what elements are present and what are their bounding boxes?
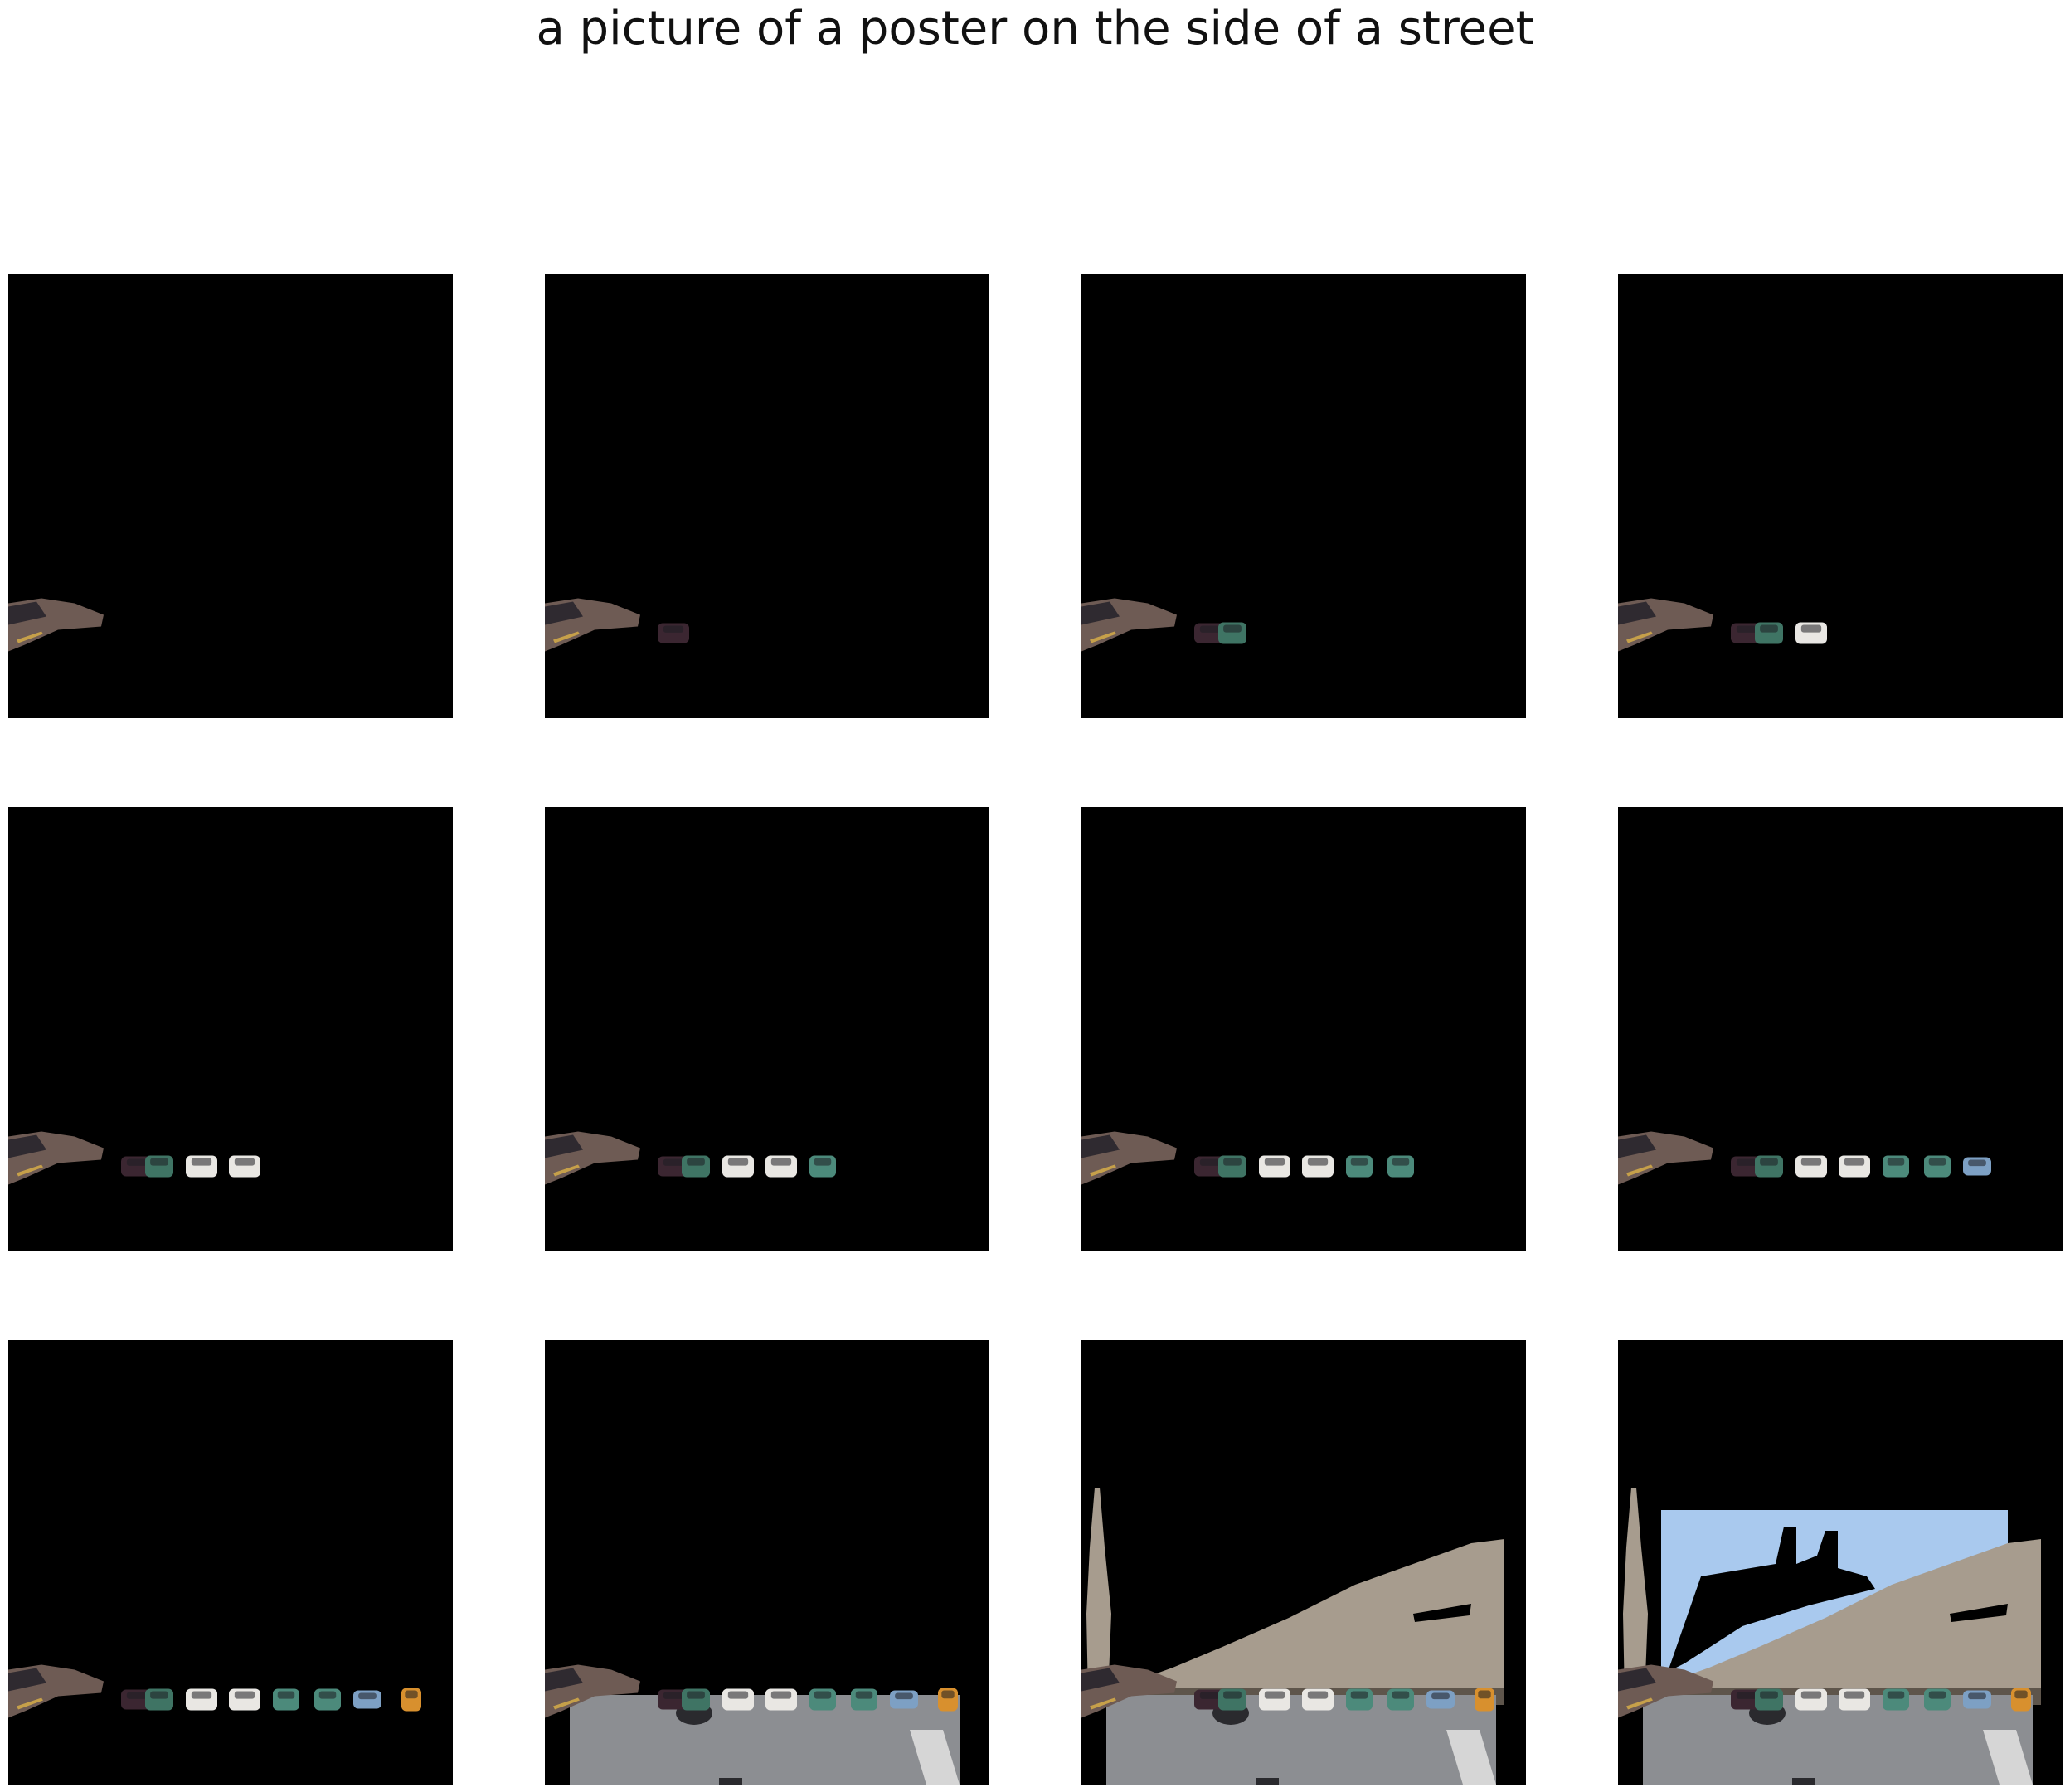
car-windshield	[150, 1691, 168, 1699]
panel-canvas	[1081, 274, 1526, 718]
car-windshield	[1431, 1692, 1450, 1700]
panel-canvas	[1081, 807, 1526, 1251]
composition-panel-11	[1081, 1340, 1526, 1785]
mask-background	[8, 807, 453, 1251]
composition-panel-2	[545, 274, 989, 718]
composition-panel-1	[8, 274, 453, 718]
road-shadow	[1792, 1778, 1815, 1785]
car-windshield	[191, 1158, 212, 1166]
car-windshield	[1223, 624, 1242, 633]
car-windshield	[687, 1691, 705, 1699]
car-windshield	[770, 1691, 792, 1699]
car-windshield	[1307, 1158, 1329, 1166]
panel-canvas	[1081, 1340, 1526, 1785]
panel-grid	[0, 0, 2070, 1792]
car-windshield	[1760, 1158, 1778, 1166]
car-windshield	[1887, 1691, 1905, 1699]
panel-canvas	[545, 807, 989, 1251]
panel-canvas	[8, 1340, 453, 1785]
car-windshield	[358, 1692, 377, 1700]
composition-panel-10	[545, 1340, 989, 1785]
road-shadow	[719, 1778, 742, 1785]
car-windshield	[1392, 1158, 1410, 1166]
car-windshield	[1928, 1691, 1946, 1699]
composition-panel-5	[8, 807, 453, 1251]
car-windshield	[1844, 1691, 1865, 1699]
car-windshield	[663, 625, 684, 633]
car-windshield	[1223, 1158, 1242, 1166]
mask-background	[8, 1340, 453, 1785]
car-windshield	[895, 1692, 913, 1700]
panel-canvas	[545, 1340, 989, 1785]
panel-canvas	[1618, 1340, 2063, 1785]
car-windshield	[191, 1691, 212, 1699]
car-windshield	[814, 1158, 832, 1166]
car-windshield	[663, 1692, 684, 1699]
car-windshield	[1800, 624, 1822, 633]
car-windshield	[150, 1158, 168, 1166]
car-windshield	[687, 1158, 705, 1166]
car-windshield	[855, 1691, 873, 1699]
panel-canvas	[8, 807, 453, 1251]
car-windshield	[1736, 625, 1757, 633]
road-shadow	[1256, 1778, 1279, 1785]
car-windshield	[1968, 1692, 1986, 1700]
panel-canvas	[1618, 807, 2063, 1251]
car-windshield	[1968, 1159, 1986, 1167]
car-windshield	[1736, 1158, 1757, 1166]
car-windshield	[1223, 1691, 1242, 1699]
car-windshield	[1928, 1158, 1946, 1166]
car-windshield	[126, 1158, 148, 1166]
car-windshield	[2014, 1690, 2028, 1699]
car-windshield	[1887, 1158, 1905, 1166]
mask-background	[8, 274, 453, 718]
car-windshield	[1307, 1691, 1329, 1699]
composition-panel-3	[1081, 274, 1526, 718]
composition-panel-7	[1081, 807, 1526, 1251]
car-windshield	[1350, 1158, 1368, 1166]
car-windshield	[1800, 1691, 1822, 1699]
car-windshield	[1350, 1691, 1368, 1699]
car-windshield	[941, 1690, 955, 1699]
car-windshield	[1760, 1691, 1778, 1699]
car-windshield	[727, 1158, 749, 1166]
mask-background	[1618, 807, 2063, 1251]
car-windshield	[814, 1691, 832, 1699]
car-windshield	[126, 1692, 148, 1699]
car-windshield	[1199, 1692, 1221, 1699]
mask-background	[545, 274, 989, 718]
mask-background	[1081, 807, 1526, 1251]
car-windshield	[277, 1691, 295, 1699]
car-windshield	[1844, 1158, 1865, 1166]
composition-panel-12	[1618, 1340, 2063, 1785]
mask-background	[1618, 274, 2063, 718]
composition-panel-8	[1618, 807, 2063, 1251]
car-windshield	[1199, 1158, 1221, 1166]
car-windshield	[663, 1158, 684, 1166]
panel-canvas	[1618, 274, 2063, 718]
car-windshield	[234, 1158, 255, 1166]
mask-background	[545, 807, 989, 1251]
car-windshield	[405, 1690, 418, 1699]
composition-panel-6	[545, 807, 989, 1251]
composition-panel-9	[8, 1340, 453, 1785]
car-windshield	[1264, 1691, 1285, 1699]
car-windshield	[770, 1158, 792, 1166]
car-windshield	[1478, 1690, 1491, 1699]
car-windshield	[727, 1691, 749, 1699]
car-windshield	[1760, 624, 1778, 633]
car-windshield	[1392, 1691, 1410, 1699]
panel-canvas	[545, 274, 989, 718]
car-windshield	[1264, 1158, 1285, 1166]
car-windshield	[1199, 625, 1221, 633]
car-windshield	[318, 1691, 337, 1699]
car-windshield	[234, 1691, 255, 1699]
composition-panel-4	[1618, 274, 2063, 718]
mask-background	[1081, 274, 1526, 718]
panel-canvas	[8, 274, 453, 718]
car-windshield	[1800, 1158, 1822, 1166]
car-windshield	[1736, 1692, 1757, 1699]
